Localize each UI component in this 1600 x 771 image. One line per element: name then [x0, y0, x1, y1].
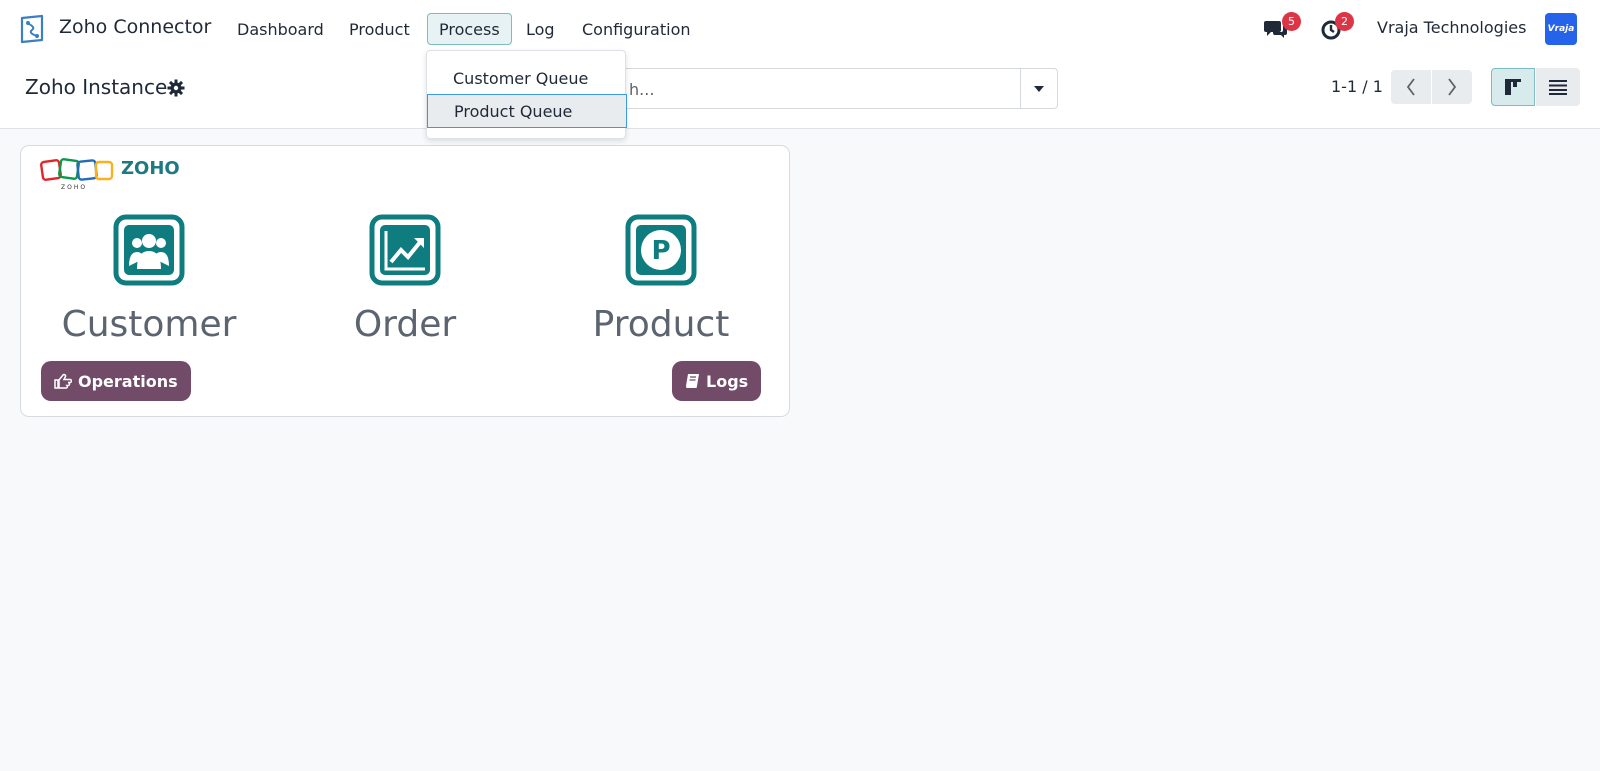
logs-button-label: Logs — [706, 371, 749, 391]
book-icon — [686, 374, 699, 388]
instance-kanban-card[interactable]: ZOHO ZOHO Customer Order P Product Opera… — [20, 145, 790, 417]
search-options-toggle[interactable] — [1020, 69, 1057, 108]
user-avatar[interactable]: Vraja — [1545, 13, 1577, 45]
search-input[interactable]: h... — [600, 68, 1058, 109]
activities-badge: 2 — [1335, 12, 1354, 31]
process-dropdown-menu: Customer Queue Product Queue — [426, 50, 627, 139]
gear-icon[interactable] — [167, 79, 185, 97]
menu-process[interactable]: Process — [427, 13, 512, 45]
svg-text:ZOHO: ZOHO — [61, 184, 87, 191]
menu-dashboard[interactable]: Dashboard — [226, 13, 335, 45]
top-navbar: Zoho Connector Dashboard Product Process… — [0, 0, 1600, 57]
zoho-wordmark: ZOHO — [121, 158, 180, 179]
product-p-icon[interactable]: P — [625, 214, 697, 286]
control-panel: Zoho Instance h... 1-1 / 1 — [0, 57, 1600, 129]
tile-label-product[interactable]: Product — [541, 304, 781, 345]
chart-line-icon[interactable] — [369, 214, 441, 286]
list-icon — [1549, 80, 1567, 95]
tile-label-order[interactable]: Order — [285, 304, 525, 345]
page-title: Zoho Instance — [25, 75, 168, 99]
chevron-right-icon — [1448, 78, 1457, 96]
kanban-icon — [1505, 79, 1521, 95]
app-switcher-icon[interactable] — [18, 14, 46, 44]
company-switcher[interactable]: Vraja Technologies — [1377, 18, 1526, 37]
menu-log[interactable]: Log — [515, 13, 566, 45]
pager-next-button[interactable] — [1432, 70, 1472, 104]
hand-pointer-icon — [54, 373, 72, 389]
list-view-button[interactable] — [1536, 68, 1580, 106]
kanban-view-button[interactable] — [1491, 68, 1535, 106]
menu-configuration[interactable]: Configuration — [571, 13, 702, 45]
caret-down-icon — [1034, 85, 1044, 92]
chevron-left-icon — [1406, 78, 1415, 96]
pager-value[interactable]: 1-1 / 1 — [1331, 77, 1383, 96]
menu-item-customer-queue[interactable]: Customer Queue — [427, 61, 627, 95]
app-brand[interactable]: Zoho Connector — [59, 16, 211, 38]
svg-text:P: P — [651, 236, 670, 266]
operations-button-label: Operations — [78, 371, 178, 391]
pager-previous-button[interactable] — [1391, 70, 1431, 104]
operations-button[interactable]: Operations — [41, 361, 191, 401]
logs-button[interactable]: Logs — [672, 361, 762, 401]
search-placeholder: h... — [629, 80, 655, 99]
menu-product[interactable]: Product — [338, 13, 421, 45]
messages-badge: 5 — [1282, 12, 1301, 31]
menu-item-product-queue[interactable]: Product Queue — [427, 94, 627, 128]
users-icon[interactable] — [113, 214, 185, 286]
tile-label-customer[interactable]: Customer — [29, 304, 269, 345]
